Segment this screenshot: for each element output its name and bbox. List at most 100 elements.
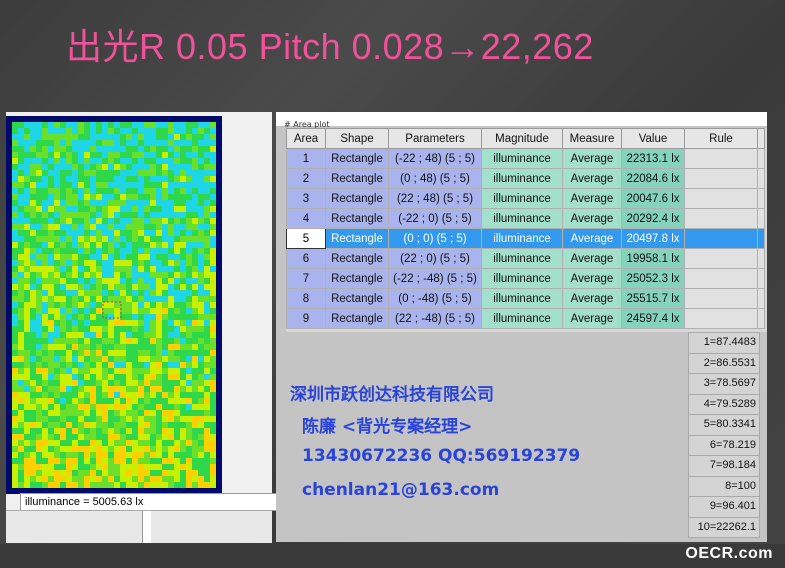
cell-rule[interactable] xyxy=(684,168,758,189)
company-name: 深圳市跃创达科技有限公司 xyxy=(290,385,494,405)
results-table-container: Area Shape Parameters Magnitude Measure … xyxy=(286,128,767,332)
cell-area[interactable]: 2 xyxy=(286,168,326,189)
cell-area[interactable]: 5 xyxy=(286,228,326,249)
cell-parameters[interactable]: (-22 ; 48) (5 ; 5) xyxy=(388,148,482,169)
cell-value[interactable]: 22084.6 lx xyxy=(621,168,685,189)
cell-parameters[interactable]: (-22 ; -48) (5 ; 5) xyxy=(388,268,482,289)
scrollbar-thumb[interactable] xyxy=(142,511,151,543)
cell-magnitude[interactable]: illuminance xyxy=(481,288,563,309)
cell-measure[interactable]: Average xyxy=(562,248,622,269)
uniformity-ratio-list: 1=87.4483 2=86.5531 3=78.5697 4=79.5289 5=80… xyxy=(688,332,760,538)
cell-extra[interactable] xyxy=(757,168,765,189)
cell-measure[interactable]: Average xyxy=(562,288,622,309)
cell-value[interactable]: 24597.4 lx xyxy=(621,308,685,329)
cell-parameters[interactable]: (0 ; -48) (5 ; 5) xyxy=(388,288,482,309)
cell-parameters[interactable]: (0 ; 48) (5 ; 5) xyxy=(388,168,482,189)
cell-rule[interactable] xyxy=(684,308,758,329)
illuminance-heatmap[interactable] xyxy=(6,116,222,494)
cell-rule[interactable] xyxy=(684,228,758,249)
cell-extra[interactable] xyxy=(757,148,765,169)
cell-area[interactable]: 6 xyxy=(286,248,326,269)
cell-parameters[interactable]: (22 ; 48) (5 ; 5) xyxy=(388,188,482,209)
cell-shape[interactable]: Rectangle xyxy=(325,228,389,249)
cell-magnitude[interactable]: illuminance xyxy=(481,148,563,169)
cell-magnitude[interactable]: illuminance xyxy=(481,208,563,229)
cell-measure[interactable]: Average xyxy=(562,268,622,289)
cell-parameters[interactable]: (0 ; 0) (5 ; 5) xyxy=(388,228,482,249)
cell-parameters[interactable]: (22 ; -48) (5 ; 5) xyxy=(388,308,482,329)
cell-magnitude[interactable]: illuminance xyxy=(481,248,563,269)
cell-measure[interactable]: Average xyxy=(562,308,622,329)
contact-person: 陈廉 <背光专案经理> xyxy=(302,417,473,437)
cell-magnitude[interactable]: illuminance xyxy=(481,188,563,209)
table-row[interactable]: 5 Rectangle (0 ; 0) (5 ; 5) illuminance Aver… xyxy=(286,228,765,249)
cell-shape[interactable]: Rectangle xyxy=(325,288,389,309)
cell-shape[interactable]: Rectangle xyxy=(325,308,389,329)
cell-measure[interactable]: Average xyxy=(562,188,622,209)
table-row[interactable]: 3 Rectangle (22 ; 48) (5 ; 5) illuminance Av… xyxy=(286,188,765,209)
cell-rule[interactable] xyxy=(684,188,758,209)
cell-rule[interactable] xyxy=(684,148,758,169)
cell-extra[interactable] xyxy=(757,268,765,289)
cell-magnitude[interactable]: illuminance xyxy=(481,308,563,329)
cell-parameters[interactable]: (-22 ; 0) (5 ; 5) xyxy=(388,208,482,229)
cell-area[interactable]: 9 xyxy=(286,308,326,329)
column-header-measure[interactable]: Measure xyxy=(562,128,622,149)
cell-value[interactable]: 25052.3 lx xyxy=(621,268,685,289)
table-row[interactable]: 1 Rectangle (-22 ; 48) (5 ; 5) illuminance A… xyxy=(286,148,765,169)
cell-magnitude[interactable]: illuminance xyxy=(481,168,563,189)
cell-extra[interactable] xyxy=(757,188,765,209)
cell-measure[interactable]: Average xyxy=(562,228,622,249)
cell-rule[interactable] xyxy=(684,208,758,229)
ratio-item: 5=80.3341 xyxy=(688,415,760,436)
cell-measure[interactable]: Average xyxy=(562,168,622,189)
cell-value[interactable]: 25515.7 lx xyxy=(621,288,685,309)
cell-rule[interactable] xyxy=(684,268,758,289)
table-row[interactable]: 9 Rectangle (22 ; -48) (5 ; 5) illuminance A… xyxy=(286,308,765,329)
cell-value[interactable]: 20047.6 lx xyxy=(621,188,685,209)
column-header-magnitude[interactable]: Magnitude xyxy=(481,128,563,149)
horizontal-scrollbar[interactable] xyxy=(6,510,272,543)
table-row[interactable]: 2 Rectangle (0 ; 48) (5 ; 5) illuminance Ave… xyxy=(286,168,765,189)
cell-area[interactable]: 4 xyxy=(286,208,326,229)
cell-shape[interactable]: Rectangle xyxy=(325,148,389,169)
cell-area[interactable]: 7 xyxy=(286,268,326,289)
cell-area[interactable]: 3 xyxy=(286,188,326,209)
heatmap-canvas xyxy=(6,116,222,494)
cell-magnitude[interactable]: illuminance xyxy=(481,228,563,249)
table-row[interactable]: 7 Rectangle (-22 ; -48) (5 ; 5) illuminance… xyxy=(286,268,765,289)
cell-extra[interactable] xyxy=(757,208,765,229)
status-readout: illuminance = 5005.63 lx xyxy=(25,496,144,508)
cell-extra[interactable] xyxy=(757,248,765,269)
cell-area[interactable]: 1 xyxy=(286,148,326,169)
cell-magnitude[interactable]: illuminance xyxy=(481,268,563,289)
column-header-shape[interactable]: Shape xyxy=(325,128,389,149)
cell-extra[interactable] xyxy=(757,288,765,309)
cell-shape[interactable]: Rectangle xyxy=(325,188,389,209)
cell-value[interactable]: 20497.8 lx xyxy=(621,228,685,249)
cell-value[interactable]: 20292.4 lx xyxy=(621,208,685,229)
column-header-extra xyxy=(757,128,765,149)
column-header-area[interactable]: Area xyxy=(286,128,326,149)
cell-shape[interactable]: Rectangle xyxy=(325,268,389,289)
column-header-rule[interactable]: Rule xyxy=(684,128,758,149)
cell-shape[interactable]: Rectangle xyxy=(325,248,389,269)
cell-value[interactable]: 22313.1 lx xyxy=(621,148,685,169)
ratio-item: 6=78.219 xyxy=(688,435,760,456)
table-row[interactable]: 6 Rectangle (22 ; 0) (5 ; 5) illuminance Ave… xyxy=(286,248,765,269)
table-row[interactable]: 8 Rectangle (0 ; -48) (5 ; 5) illuminance Av… xyxy=(286,288,765,309)
cell-extra[interactable] xyxy=(757,228,765,249)
cell-measure[interactable]: Average xyxy=(562,148,622,169)
column-header-parameters[interactable]: Parameters xyxy=(388,128,482,149)
cell-area[interactable]: 8 xyxy=(286,288,326,309)
table-row[interactable]: 4 Rectangle (-22 ; 0) (5 ; 5) illuminance Av… xyxy=(286,208,765,229)
cell-rule[interactable] xyxy=(684,248,758,269)
cell-measure[interactable]: Average xyxy=(562,208,622,229)
cell-rule[interactable] xyxy=(684,288,758,309)
cell-shape[interactable]: Rectangle xyxy=(325,168,389,189)
cell-extra[interactable] xyxy=(757,308,765,329)
column-header-value[interactable]: Value xyxy=(621,128,685,149)
cell-shape[interactable]: Rectangle xyxy=(325,208,389,229)
cell-value[interactable]: 19958.1 lx xyxy=(621,248,685,269)
cell-parameters[interactable]: (22 ; 0) (5 ; 5) xyxy=(388,248,482,269)
